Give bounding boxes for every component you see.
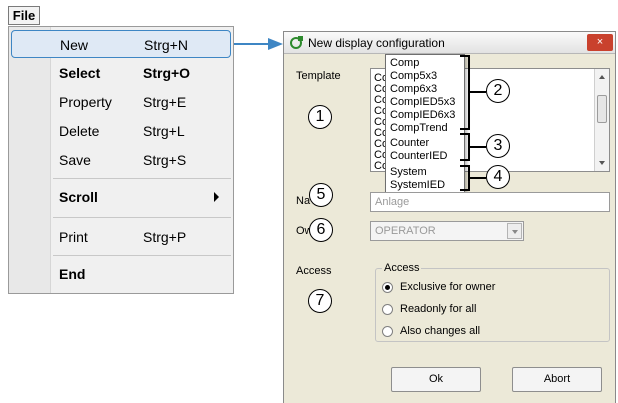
template-option[interactable]: Counter [390,137,429,149]
callout-4: 4 [486,165,510,189]
new-display-configuration-dialog: New display configuration × Template Co … [283,31,616,403]
menu-item-new[interactable]: New Strg+N [11,30,231,58]
callout-3: 3 [486,134,510,158]
menu-item-shortcut: Strg+P [143,229,187,245]
template-option[interactable]: CompIED5x3 [390,96,455,108]
callout-bracket-2 [460,55,470,130]
radio-selected-icon[interactable] [382,282,393,293]
file-menu-tab[interactable]: File [8,6,40,25]
menu-item-label: Save [59,152,91,168]
menu-item-label: Property [59,94,112,110]
menu-item-shortcut: Strg+N [144,37,188,53]
callout-5: 5 [309,183,333,207]
close-button[interactable]: × [587,34,613,51]
menu-item-shortcut: Strg+S [143,152,187,168]
abort-button[interactable]: Abort [512,367,602,392]
callout-1: 1 [308,105,332,129]
template-option[interactable]: Comp6x3 [390,83,437,95]
submenu-arrow-icon [214,192,219,202]
menu-item-select[interactable]: Select Strg+O [11,59,231,87]
name-label: Na [296,195,311,207]
access-groupbox: Access Exclusive for owner Readonly for … [375,262,610,342]
menu-item-shortcut: Strg+L [143,123,185,139]
scroll-down-icon[interactable] [599,161,605,165]
menu-item-label: Select [59,65,101,81]
menu-item-label: End [59,266,86,282]
access-label: Access [296,265,332,277]
access-groupbox-title: Access [382,262,422,274]
template-option[interactable]: CounterIED [390,150,447,162]
owner-value: OPERATOR [375,225,436,237]
callout-6: 6 [309,218,333,242]
radio-icon[interactable] [382,326,393,337]
menu-item-scroll[interactable]: Scroll [11,183,231,211]
menu-item-shortcut: Strg+E [143,94,187,110]
refresh-icon [290,36,303,49]
callout-7: 7 [308,289,332,313]
scroll-up-icon[interactable] [599,75,605,79]
template-option[interactable]: Comp5x3 [390,70,437,82]
callout-line-2 [470,91,486,93]
scroll-thumb[interactable] [597,95,607,123]
menu-item-label: Delete [59,123,100,139]
ok-button[interactable]: Ok [391,367,481,392]
menu-item-delete[interactable]: Delete Strg+L [11,117,231,145]
template-option[interactable]: System [390,166,427,178]
access-option-label: Exclusive for owner [400,281,496,293]
name-field[interactable]: Anlage [370,192,610,212]
chevron-down-icon[interactable] [507,223,522,239]
template-list-scrollbar[interactable] [594,69,609,171]
callout-2: 2 [486,79,510,103]
callout-bracket-4 [460,165,470,191]
menu-separator [53,178,231,179]
menu-item-save[interactable]: Save Strg+S [11,146,231,174]
menu-item-label: New [60,37,89,53]
template-label: Template [296,70,341,82]
owner-select[interactable]: OPERATOR [370,221,524,241]
template-option[interactable]: CompIED6x3 [390,109,455,121]
file-menu: New Strg+N Select Strg+O Property Strg+E… [8,26,234,294]
access-option-label: Also changes all [400,325,481,337]
template-option[interactable]: Comp [390,57,419,69]
template-option[interactable]: SystemIED [390,179,445,191]
template-option[interactable]: CompTrend [390,122,448,134]
callout-line-3 [470,146,486,148]
callout-bracket-3 [460,133,470,161]
menu-item-label: Scroll [59,189,98,205]
callout-line-4 [470,177,486,179]
pointer-arrow-icon [234,38,283,50]
access-option-label: Readonly for all [400,303,477,315]
menu-item-property[interactable]: Property Strg+E [11,88,231,116]
menu-item-shortcut: Strg+O [143,65,191,81]
menu-item-end[interactable]: End [11,260,231,288]
radio-icon[interactable] [382,304,393,315]
menu-item-print[interactable]: Print Strg+P [11,223,231,251]
menu-separator [53,255,231,256]
menu-separator [53,217,231,218]
dialog-title: New display configuration [308,36,445,50]
template-dropdown-list[interactable]: Comp Comp5x3 Comp6x3 CompIED5x3 CompIED6… [385,54,465,196]
menu-item-label: Print [59,229,88,245]
dialog-titlebar[interactable]: New display configuration × [284,32,615,54]
